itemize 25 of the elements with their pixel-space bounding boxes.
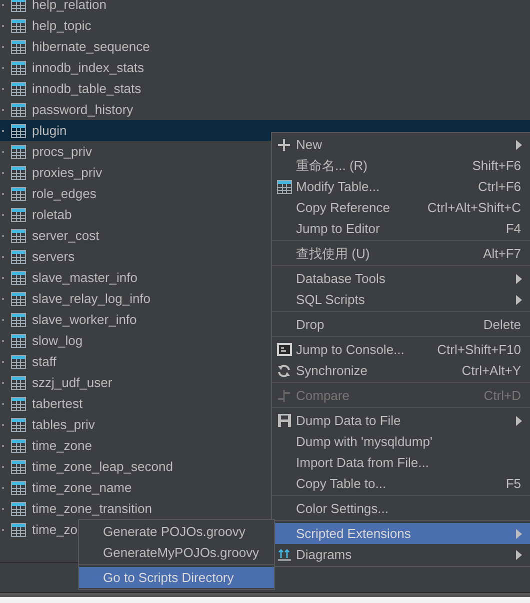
table-name: password_history	[32, 102, 134, 117]
table-name: servers	[32, 249, 75, 264]
table-name: roletab	[32, 207, 72, 222]
table-name: help_topic	[32, 18, 92, 33]
table-name: procs_priv	[32, 144, 92, 159]
table-name: time_zone_leap_second	[32, 459, 173, 474]
table-name: tables_priv	[32, 417, 95, 432]
table-name: slave_relay_log_info	[32, 291, 151, 306]
table-name: hibernate_sequence	[32, 39, 150, 54]
table-name: time_zone_transition	[32, 501, 152, 516]
table-name: time_zone	[32, 438, 92, 453]
table-name: time_zone_name	[32, 480, 132, 495]
table-name: proxies_priv	[32, 165, 102, 180]
table-name: plugin	[32, 123, 67, 138]
table-name: server_cost	[32, 228, 100, 243]
table-name: slave_worker_info	[32, 312, 137, 327]
table-name: staff	[32, 354, 56, 369]
table-name: role_edges	[32, 186, 96, 201]
table-name: szzj_udf_user	[32, 375, 112, 390]
table-name: tabertest	[32, 396, 83, 411]
table-name: slave_master_info	[32, 270, 138, 285]
table-name: slow_log	[32, 333, 83, 348]
table-name: time_zo	[32, 522, 78, 537]
table-name: innodb_table_stats	[32, 81, 142, 96]
table-name: innodb_index_stats	[32, 60, 144, 75]
